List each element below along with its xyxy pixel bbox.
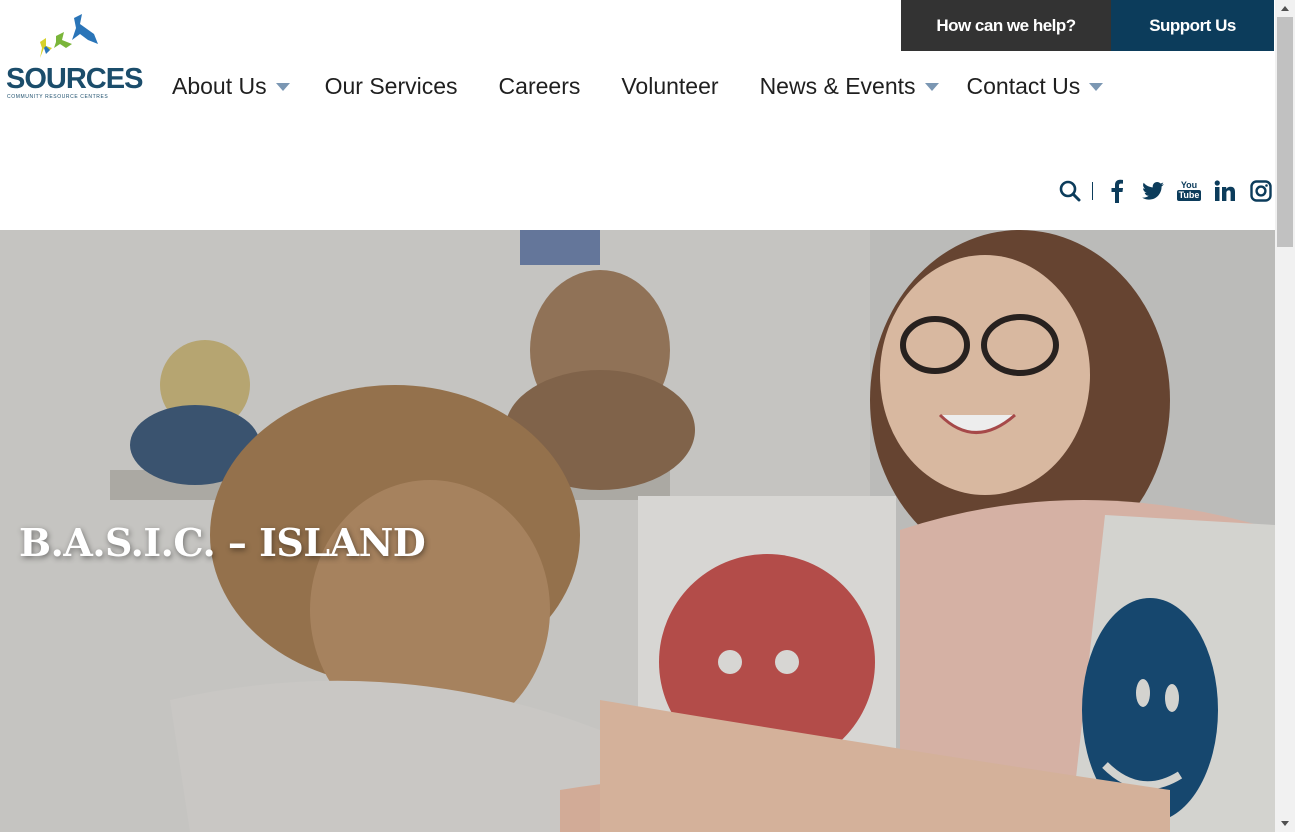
support-us-button[interactable]: Support Us bbox=[1111, 0, 1274, 51]
nav-label: Contact Us bbox=[966, 72, 1081, 99]
nav-label: Volunteer bbox=[621, 72, 719, 99]
nav-item-careers[interactable]: Careers bbox=[499, 73, 581, 100]
how-can-we-help-button[interactable]: How can we help? bbox=[901, 0, 1111, 51]
nav-label: News & Events bbox=[759, 72, 916, 99]
vertical-scrollbar[interactable] bbox=[1275, 0, 1295, 832]
instagram-icon[interactable] bbox=[1249, 179, 1273, 203]
nav-label: Careers bbox=[498, 72, 581, 99]
chevron-down-icon bbox=[1089, 83, 1104, 91]
main-nav: About Us Our Services Careers Volunteer … bbox=[172, 70, 1104, 102]
search-icon[interactable] bbox=[1058, 179, 1082, 203]
sources-logo[interactable]: SOURCES COMMUNITY RESOURCE CENTRES bbox=[4, 14, 143, 104]
nav-item-volunteer[interactable]: Volunteer bbox=[621, 73, 718, 100]
twitter-icon[interactable] bbox=[1141, 179, 1165, 203]
linkedin-icon[interactable] bbox=[1213, 179, 1237, 203]
hero-banner: B.A.S.I.C. – ISLAND bbox=[0, 230, 1275, 832]
logo-wordmark: SOURCES bbox=[6, 63, 143, 95]
nav-label: Our Services bbox=[324, 72, 458, 99]
youtube-text-top: You bbox=[1180, 180, 1198, 190]
nav-item-news-events[interactable]: News & Events bbox=[760, 73, 939, 100]
scrollbar-thumb[interactable] bbox=[1277, 17, 1293, 247]
chevron-down-icon bbox=[924, 83, 939, 91]
page-title: B.A.S.I.C. – ISLAND bbox=[19, 520, 426, 565]
youtube-text-bottom: Tube bbox=[1176, 190, 1202, 201]
youtube-icon[interactable]: You Tube bbox=[1176, 179, 1202, 203]
birds-logo-icon bbox=[40, 14, 98, 58]
divider bbox=[1092, 182, 1093, 200]
nav-item-our-services[interactable]: Our Services bbox=[325, 73, 458, 100]
nav-label: About Us bbox=[172, 72, 267, 99]
chevron-down-icon bbox=[275, 83, 290, 91]
social-bar: You Tube bbox=[1058, 176, 1273, 206]
site-header: SOURCES COMMUNITY RESOURCE CENTRES About… bbox=[0, 0, 1275, 230]
facebook-icon[interactable] bbox=[1105, 179, 1129, 203]
nav-item-contact-us[interactable]: Contact Us bbox=[967, 73, 1104, 100]
nav-item-about-us[interactable]: About Us bbox=[172, 73, 290, 100]
top-buttons: How can we help? Support Us bbox=[901, 0, 1274, 51]
scroll-up-arrow-icon[interactable] bbox=[1275, 0, 1295, 17]
logo-tagline: COMMUNITY RESOURCE CENTRES bbox=[7, 94, 109, 100]
scroll-down-arrow-icon[interactable] bbox=[1275, 815, 1295, 832]
